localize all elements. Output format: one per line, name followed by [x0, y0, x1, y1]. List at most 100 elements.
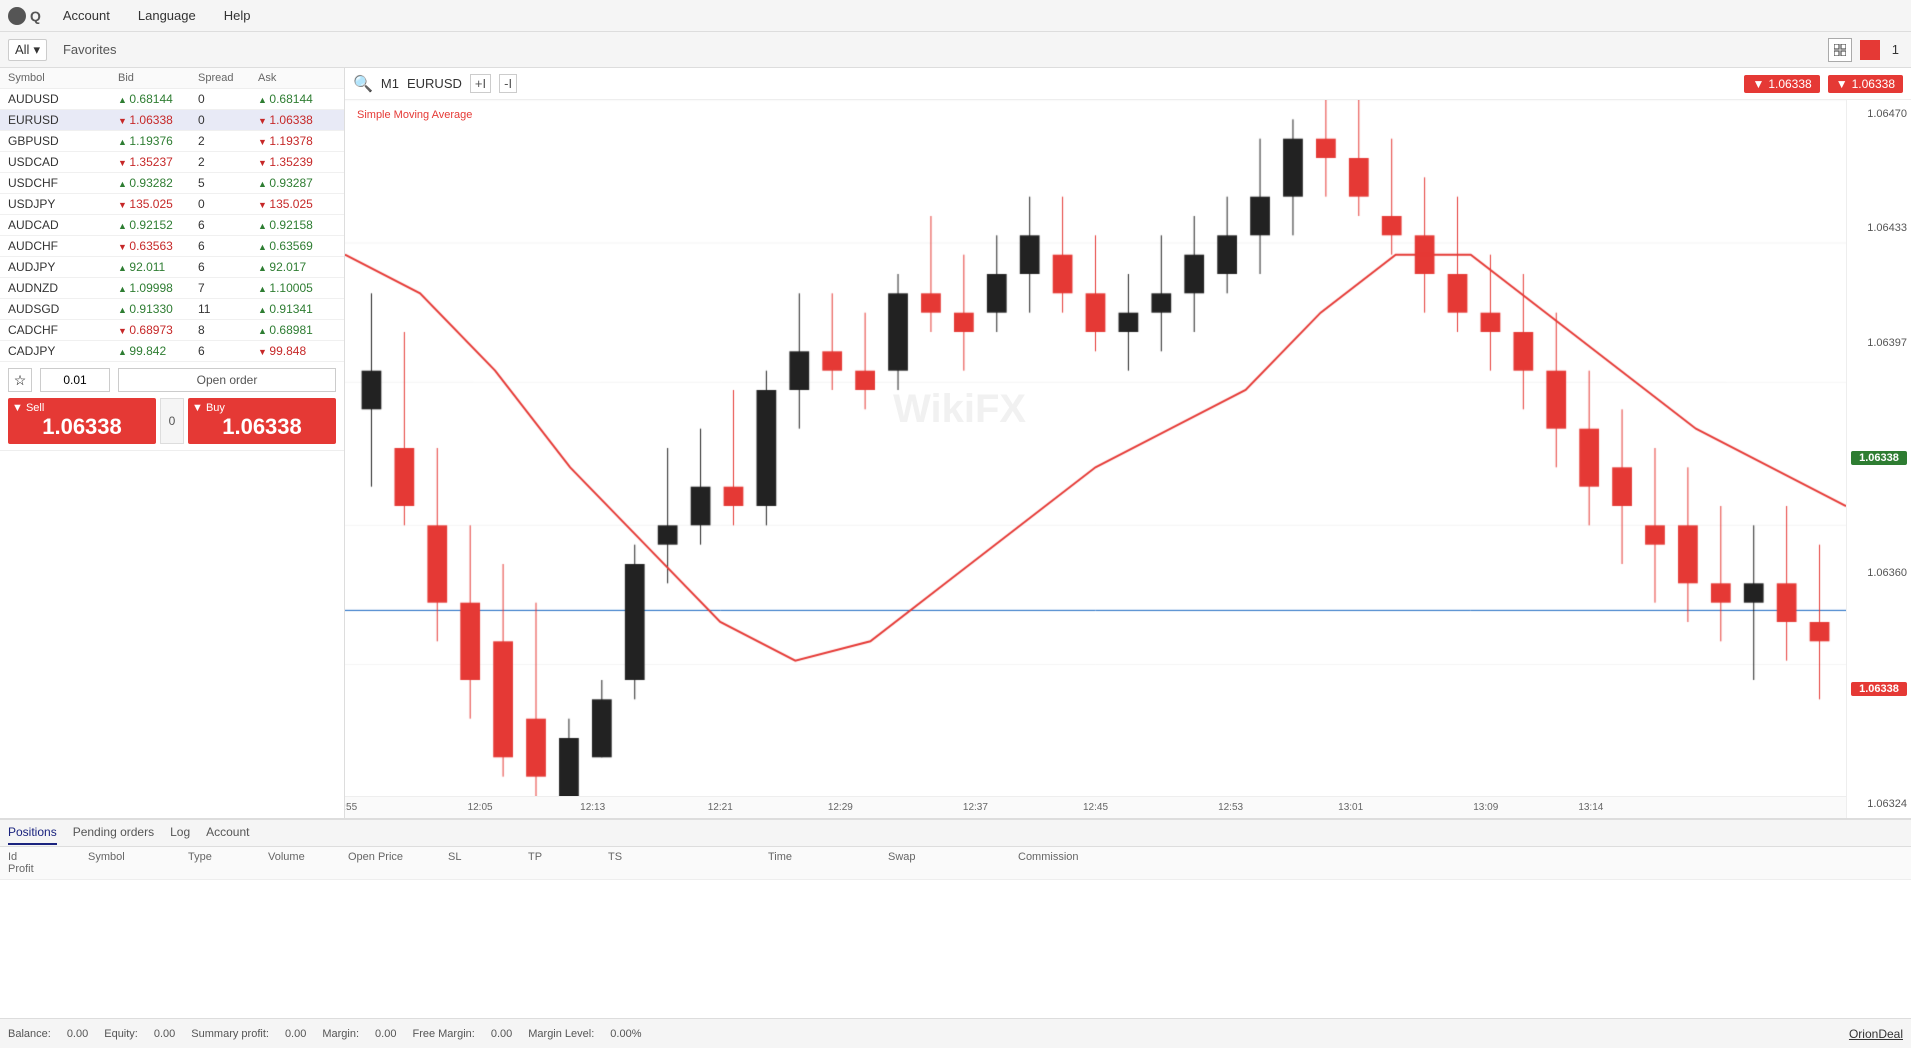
open-order-button[interactable]: Open order — [118, 368, 336, 392]
symbol-name: CADCHF — [8, 323, 118, 337]
col-sym: Symbol — [88, 851, 188, 863]
col-tp: TP — [528, 851, 608, 863]
symbol-row-audsgd[interactable]: AUDSGD 0.91330 11 0.91341 — [0, 299, 344, 320]
tab-pending-orders[interactable]: Pending orders — [73, 821, 154, 845]
symbol-name: GBPUSD — [8, 134, 118, 148]
favorite-star-button[interactable]: ☆ — [8, 368, 32, 392]
buy-label: ▼ Buy — [192, 402, 332, 414]
col-ts: TS — [608, 851, 768, 863]
symbol-row-usdjpy[interactable]: USDJPY 135.025 0 135.025 — [0, 194, 344, 215]
price-axis: 1.06470 1.06433 1.06397 1.06338 1.06360 … — [1846, 100, 1911, 818]
bid-value: 0.91330 — [118, 302, 198, 316]
symbol-row-audnzd[interactable]: AUDNZD 1.09998 7 1.10005 — [0, 278, 344, 299]
language-menu[interactable]: Language — [132, 4, 202, 27]
tab-log[interactable]: Log — [170, 821, 190, 845]
status-bar: Balance: 0.00 Equity: 0.00 Summary profi… — [0, 1018, 1911, 1048]
sell-button[interactable]: ▼ Sell 1.06338 — [8, 398, 156, 444]
spread-value: 0 — [198, 197, 258, 211]
candlestick-chart[interactable] — [345, 100, 1846, 796]
bid-value: 1.09998 — [118, 281, 198, 295]
order-top-row: ☆ Open order — [8, 368, 336, 392]
col-commission: Commission — [1018, 851, 1138, 863]
time-tick-7: 12:53 — [1218, 802, 1243, 813]
buy-badge-price: 1.06338 — [1852, 77, 1895, 91]
col-time: Time — [768, 851, 888, 863]
expand-button[interactable] — [1828, 38, 1852, 62]
footer-link[interactable]: OrionDeal — [1849, 1027, 1903, 1041]
symbol-name: AUDCHF — [8, 239, 118, 253]
price-tick-1: 1.06470 — [1851, 108, 1907, 120]
add-indicator-button[interactable]: +I — [470, 74, 491, 93]
logo-circle-icon — [8, 7, 26, 25]
spread-value: 6 — [198, 239, 258, 253]
help-menu[interactable]: Help — [218, 4, 257, 27]
spread-value: 7 — [198, 281, 258, 295]
ask-value: 1.06338 — [258, 113, 348, 127]
chart-canvas-area: Simple Moving Average 1.06470 1.06433 1.… — [345, 100, 1911, 818]
bid-value: 1.06338 — [118, 113, 198, 127]
tab-account[interactable]: Account — [206, 821, 249, 845]
bottom-section: Positions Pending orders Log Account Id … — [0, 818, 1911, 1018]
time-tick-5: 12:37 — [963, 802, 988, 813]
bottom-tabs: Positions Pending orders Log Account — [0, 819, 1911, 847]
spread-value: 5 — [198, 176, 258, 190]
account-menu[interactable]: Account — [57, 4, 116, 27]
spread-value: 0 — [198, 92, 258, 106]
positions-table-header: Id Symbol Type Volume Open Price SL TP T… — [0, 847, 1911, 880]
col-spread: Spread — [198, 72, 258, 84]
filter-dropdown[interactable]: All ▾ — [8, 39, 47, 61]
bid-value: 1.19376 — [118, 134, 198, 148]
bid-value: 1.35237 — [118, 155, 198, 169]
symbol-row-cadjpy[interactable]: CADJPY 99.842 6 99.848 — [0, 341, 344, 362]
col-sl: SL — [448, 851, 528, 863]
margin-level-value: 0.00% — [610, 1028, 641, 1040]
symbol-row-audusd[interactable]: AUDUSD 0.68144 0 0.68144 — [0, 89, 344, 110]
bid-value: 0.63563 — [118, 239, 198, 253]
spread-value: 6 — [198, 218, 258, 232]
tab-positions[interactable]: Positions — [8, 821, 57, 845]
col-id: Id — [8, 851, 88, 863]
symbol-row-audcad[interactable]: AUDCAD 0.92152 6 0.92158 — [0, 215, 344, 236]
equity-label: Equity: — [104, 1028, 138, 1040]
symbol-row-cadchf[interactable]: CADCHF 0.68973 8 0.68981 — [0, 320, 344, 341]
logo-q-icon: Q — [30, 8, 41, 24]
spread-value: 2 — [198, 155, 258, 169]
sell-label: ▼ Sell — [12, 402, 152, 414]
ask-value: 1.19378 — [258, 134, 348, 148]
symbol-name: AUDSGD — [8, 302, 118, 316]
chart-count-badge: 1 — [1888, 42, 1903, 57]
symbol-name: AUDNZD — [8, 281, 118, 295]
logo: Q — [8, 7, 41, 25]
col-ask: Ask — [258, 72, 348, 84]
lot-size-input[interactable] — [40, 368, 110, 392]
symbol-row-usdchf[interactable]: USDCHF 0.93282 5 0.93287 — [0, 173, 344, 194]
expand-icon — [1834, 44, 1846, 56]
symbol-row-audchf[interactable]: AUDCHF 0.63563 6 0.63569 — [0, 236, 344, 257]
zoom-icon[interactable]: 🔍 — [353, 74, 373, 94]
price-tick-4: 1.06360 — [1851, 567, 1907, 579]
time-axis: 11:5512:0512:1312:2112:2912:3712:4512:53… — [345, 796, 1846, 818]
color-square[interactable] — [1860, 40, 1880, 60]
symbol-row-usdcad[interactable]: USDCAD 1.35237 2 1.35239 — [0, 152, 344, 173]
symbol-row-audjpy[interactable]: AUDJPY 92.011 6 92.017 — [0, 257, 344, 278]
symbol-row-eurusd[interactable]: EURUSD 1.06338 0 1.06338 — [0, 110, 344, 131]
down-arrow2-icon: ▼ — [1836, 77, 1848, 91]
price-tick-highlighted: 1.06338 — [1851, 451, 1907, 465]
ask-value: 92.017 — [258, 260, 348, 274]
bid-value: 0.92152 — [118, 218, 198, 232]
buy-button[interactable]: ▼ Buy 1.06338 — [188, 398, 336, 444]
col-bid: Bid — [118, 72, 198, 84]
equity-value: 0.00 — [154, 1028, 175, 1040]
remove-indicator-button[interactable]: -I — [499, 74, 517, 93]
ask-value: 0.92158 — [258, 218, 348, 232]
symbol-row-gbpusd[interactable]: GBPUSD 1.19376 2 1.19378 — [0, 131, 344, 152]
order-panel: ☆ Open order ▼ Sell 1.06338 0 ▼ Buy 1.06… — [0, 362, 344, 451]
symbol-name: AUDJPY — [8, 260, 118, 274]
margin-value: 0.00 — [375, 1028, 396, 1040]
spread-value: 0 — [198, 113, 258, 127]
bottom-content: Id Symbol Type Volume Open Price SL TP T… — [0, 847, 1911, 1018]
symbol-name: USDJPY — [8, 197, 118, 211]
time-tick-6: 12:45 — [1083, 802, 1108, 813]
favorites-button[interactable]: Favorites — [55, 40, 124, 59]
toolbar: All ▾ Favorites 1 — [0, 32, 1911, 68]
